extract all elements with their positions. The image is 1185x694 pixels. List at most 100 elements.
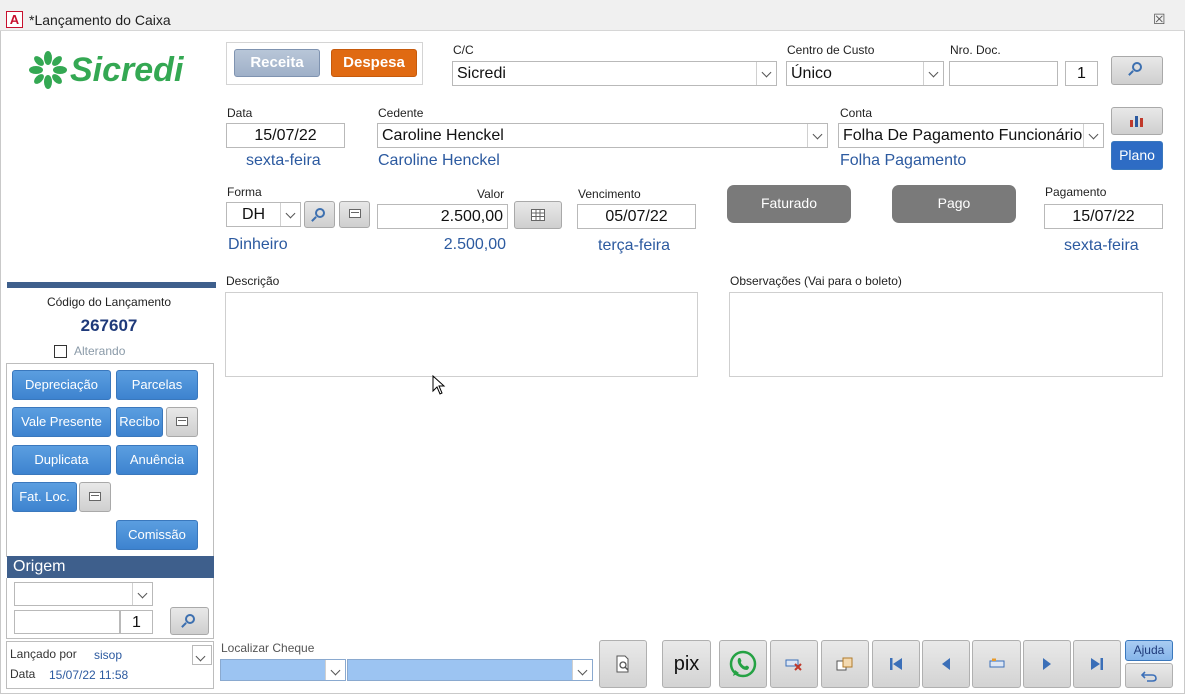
undo-button[interactable] [1125, 663, 1173, 688]
depreciacao-button[interactable]: Depreciação [12, 370, 111, 400]
search-forma-button[interactable] [304, 201, 335, 228]
audit-dropdown[interactable] [192, 645, 212, 665]
data-input[interactable]: 15/07/22 [226, 123, 345, 148]
last-record-button[interactable] [1073, 640, 1121, 688]
localizar-select-left[interactable] [220, 659, 346, 681]
faturado-button[interactable]: Faturado [727, 185, 851, 223]
copy-record-icon [836, 657, 853, 671]
descricao-label: Descrição [226, 274, 280, 288]
search-icon [314, 208, 325, 218]
conta-select[interactable]: Folha De Pagamento Funcionário [838, 123, 1104, 148]
centro-custo-value: Único [791, 65, 832, 82]
brand-logo: Sicredi [28, 48, 193, 92]
first-record-button[interactable] [872, 640, 920, 688]
plano-button[interactable]: Plano [1111, 141, 1163, 170]
preview-button[interactable] [599, 640, 647, 688]
vencimento-weekday: terça-feira [598, 237, 671, 254]
last-record-icon [1091, 658, 1103, 671]
search-icon [184, 614, 195, 624]
data-weekday: sexta-feira [246, 152, 321, 169]
forma-label: Forma [227, 185, 262, 199]
cc-value: Sicredi [457, 65, 506, 82]
first-record-icon [890, 658, 902, 671]
localizar-label: Localizar Cheque [221, 641, 315, 655]
observacoes-textarea[interactable] [729, 292, 1163, 377]
whatsapp-button[interactable] [719, 640, 767, 688]
lancamento-label: Código do Lançamento [46, 295, 172, 309]
current-record-button[interactable] [972, 640, 1021, 688]
chevron-down-icon[interactable] [807, 124, 827, 147]
audit-data-label: Data [10, 667, 36, 681]
copy-record-button[interactable] [821, 640, 869, 688]
whatsapp-icon [729, 651, 757, 678]
chevron-down-icon[interactable] [756, 62, 776, 85]
alterando-label: Alterando [74, 344, 126, 358]
cc-select[interactable]: Sicredi [452, 61, 777, 86]
origem-header: Origem [7, 556, 214, 578]
valor-label: Valor [477, 187, 505, 201]
despesa-button[interactable]: Despesa [331, 49, 417, 77]
brand-name: Sicredi [70, 51, 184, 89]
chevron-down-icon[interactable] [923, 62, 943, 85]
audit-data-value: 15/07/22 11:58 [49, 668, 129, 682]
next-record-button[interactable] [1023, 640, 1071, 688]
bar-chart-icon [1130, 116, 1143, 127]
card-forma-button[interactable] [339, 201, 370, 228]
pix-button[interactable]: pix [662, 640, 711, 688]
calculator-button[interactable] [514, 201, 562, 229]
chevron-down-icon[interactable] [280, 203, 300, 226]
nro-doc-input[interactable] [949, 61, 1058, 86]
chevron-down-icon[interactable] [132, 583, 152, 605]
chevron-down-icon[interactable] [572, 660, 592, 680]
pagamento-weekday: sexta-feira [1064, 237, 1139, 254]
nro-doc-label: Nro. Doc. [950, 43, 1001, 57]
receita-button[interactable]: Receita [234, 49, 320, 77]
search-doc-button[interactable] [1111, 56, 1163, 85]
comissao-button[interactable]: Comissão [116, 520, 198, 550]
anuencia-button[interactable]: Anuência [116, 445, 198, 475]
vencimento-label: Vencimento [578, 187, 641, 201]
cancel-record-button[interactable] [770, 640, 818, 688]
parcelas-button[interactable]: Parcelas [116, 370, 198, 400]
fat-loc-button[interactable]: Fat. Loc. [12, 482, 77, 512]
conta-value: Folha De Pagamento Funcionário [843, 127, 1083, 144]
lancamento-code: 267607 [80, 316, 138, 335]
lancado-por-label: Lançado por [10, 647, 77, 661]
recibo-button[interactable]: Recibo [116, 407, 163, 437]
search-origem-button[interactable] [170, 607, 209, 635]
descricao-textarea[interactable] [225, 292, 698, 377]
valor-input[interactable]: 2.500,00 [377, 204, 508, 229]
undo-icon [1140, 671, 1157, 683]
app-icon: A [6, 11, 23, 28]
data-label: Data [227, 106, 253, 120]
cedente-select[interactable]: Caroline Henckel [377, 123, 828, 148]
origem-select[interactable] [14, 582, 153, 606]
fat-loc-card-button[interactable] [79, 482, 111, 512]
chevron-down-icon[interactable] [1083, 124, 1103, 147]
localizar-select-right[interactable] [347, 659, 593, 681]
card-icon [176, 417, 188, 426]
vencimento-input[interactable]: 05/07/22 [577, 204, 696, 229]
lancado-por-value: sisop [94, 648, 123, 662]
pago-button[interactable]: Pago [892, 185, 1016, 223]
origem-seq[interactable]: 1 [120, 610, 153, 634]
forma-display: Dinheiro [228, 236, 288, 253]
chart-button[interactable] [1111, 107, 1163, 135]
vale-presente-button[interactable]: Vale Presente [12, 407, 111, 437]
forma-value: DH [242, 206, 266, 223]
chevron-down-icon[interactable] [193, 646, 211, 664]
forma-select[interactable]: DH [226, 202, 301, 227]
prev-record-button[interactable] [922, 640, 970, 688]
recibo-card-button[interactable] [166, 407, 198, 437]
next-record-icon [1043, 658, 1051, 671]
ajuda-button[interactable]: Ajuda [1125, 640, 1173, 661]
centro-custo-select[interactable]: Único [786, 61, 944, 86]
centro-custo-label: Centro de Custo [787, 43, 875, 57]
nro-doc-seq[interactable]: 1 [1065, 61, 1098, 86]
close-icon[interactable]: ☒ [1153, 11, 1166, 28]
duplicata-button[interactable]: Duplicata [12, 445, 111, 475]
origem-input[interactable] [14, 610, 120, 634]
alterando-checkbox[interactable] [54, 345, 67, 358]
pagamento-input[interactable]: 15/07/22 [1044, 204, 1163, 229]
chevron-down-icon[interactable] [325, 660, 345, 680]
